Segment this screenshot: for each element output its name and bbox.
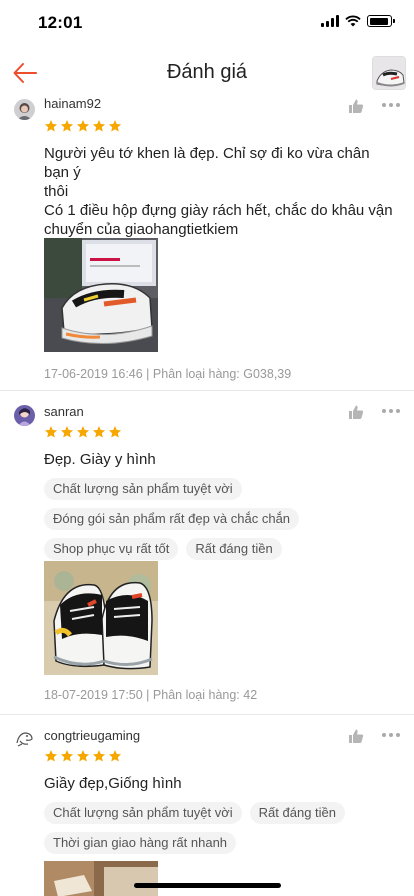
review-tags: Chất lượng sản phẩm tuyệt vời Rất đáng t… [44,802,406,854]
review-item: hainam92 Người yêu tớ khen là đẹp. Chỉ s… [0,92,414,391]
more-options-icon[interactable] [382,103,400,109]
thumbs-up-icon[interactable] [348,404,364,420]
review-tag: Rất đáng tiền [186,538,282,560]
rating-stars [44,119,122,133]
star-icon [60,120,74,132]
star-icon [44,120,58,132]
review-text: Giầy đẹp,Giống hình [44,774,398,793]
more-options-icon[interactable] [382,733,400,739]
avatar[interactable] [14,99,35,120]
page-title: Đánh giá [166,61,248,83]
star-icon [76,120,90,132]
more-options-icon[interactable] [382,409,400,415]
status-bar: 12:01 [0,0,414,44]
battery-level [369,17,388,25]
star-icon [92,426,106,438]
review-date: 18-07-2019 17:50 [44,688,143,702]
review-text-line: Người yêu tớ khen là đẹp. Chỉ sợ đi ko v… [44,145,370,181]
battery-icon [367,15,395,27]
review-text-line: thôi [44,183,69,200]
review-tag: Chất lượng sản phẩm tuyệt vời [44,802,242,824]
status-time: 12:01 [38,13,83,32]
home-indicator[interactable] [134,883,281,888]
star-icon [44,750,58,762]
rating-stars [44,425,122,439]
review-text: Đẹp. Giày y hình [44,450,398,469]
review-item: sanran Đẹp. Giày y hình Chất lượng sản p… [0,391,414,715]
star-icon [92,120,106,132]
star-icon [44,426,58,438]
signal-icon [321,15,339,27]
meta-separator: | [142,688,153,702]
avatar[interactable] [14,405,35,426]
meta-separator: | [142,367,153,381]
review-tag: Chất lượng sản phẩm tuyệt vời [44,478,242,500]
star-icon [76,750,90,762]
product-thumbnail[interactable] [372,56,406,90]
star-icon [60,426,74,438]
status-icons [321,15,395,27]
wifi-icon [345,15,361,27]
review-meta: 17-06-2019 16:46 | Phân loại hàng: G038,… [44,367,291,381]
star-icon [92,750,106,762]
review-text-line: Có 1 điều hộp đựng giày rách hết, chắc d… [44,202,393,219]
review-variation: Phân loại hàng: G038,39 [152,367,292,381]
thumbs-up-icon[interactable] [348,98,364,114]
review-tags: Chất lượng sản phẩm tuyệt vời Đóng gói s… [44,478,406,560]
review-username[interactable]: hainam92 [44,96,101,111]
review-date: 17-06-2019 16:46 [44,367,143,381]
review-meta: 18-07-2019 17:50 | Phân loại hàng: 42 [44,688,257,702]
thumbs-up-icon[interactable] [348,728,364,744]
review-text-line: Giầy đẹp,Giống hình [44,775,182,792]
review-photo[interactable] [44,561,158,675]
review-photo[interactable] [44,861,158,896]
star-icon [108,426,122,438]
review-username[interactable]: sanran [44,404,84,419]
star-icon [108,750,122,762]
review-variation: Phân loại hàng: 42 [152,688,258,702]
review-item: congtrieugaming Giầy đẹp,Giống hình Chất… [0,715,414,896]
star-icon [76,426,90,438]
star-icon [108,120,122,132]
avatar[interactable] [14,729,35,750]
review-tag: Shop phục vụ rất tốt [44,538,179,560]
review-text-line: chuyển của giaohangtietkiem [44,221,239,238]
review-tag: Thời gian giao hàng rất nhanh [44,832,237,854]
review-list: hainam92 Người yêu tớ khen là đẹp. Chỉ s… [0,92,414,896]
review-text-line: Đẹp. Giày y hình [44,451,156,468]
review-username[interactable]: congtrieugaming [44,728,140,743]
review-photo[interactable] [44,238,158,352]
review-tag: Rất đáng tiền [249,802,346,824]
star-icon [60,750,74,762]
review-tag: Đóng gói sản phẩm rất đẹp và chắc chắn [44,508,300,530]
rating-stars [44,749,122,763]
